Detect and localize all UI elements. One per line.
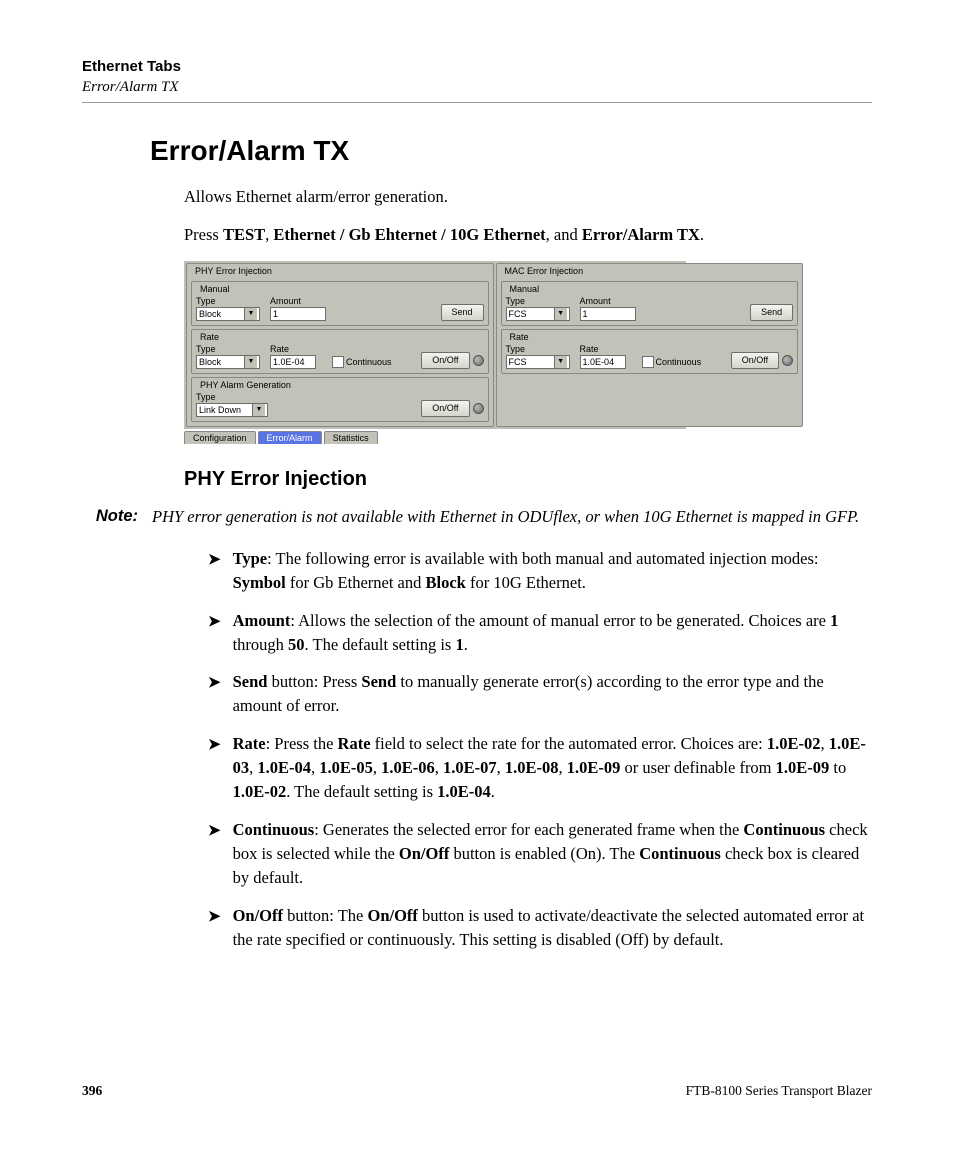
phy-alarm-title: PHY Alarm Generation <box>198 380 293 390</box>
ui-screenshot: PHY Error Injection Manual Type Block ▼ <box>184 261 686 444</box>
led-icon <box>473 403 484 414</box>
running-head-chapter: Ethernet Tabs <box>82 58 872 75</box>
phy-rate-rate-label: Rate <box>270 344 322 354</box>
mac-manual-amount-input[interactable]: 1 <box>580 307 636 321</box>
bullet-continuous: ➤ Continuous: Generates the selected err… <box>208 818 872 890</box>
phy-manual-amount-input[interactable]: 1 <box>270 307 326 321</box>
page-number: 396 <box>82 1083 102 1099</box>
bullet-marker-icon: ➤ <box>208 821 221 890</box>
chevron-down-icon: ▼ <box>244 308 257 320</box>
mac-manual-send-button[interactable]: Send <box>750 304 793 321</box>
mac-rate-type-select[interactable]: FCS ▼ <box>506 355 570 369</box>
phy-alarm-onoff-button[interactable]: On/Off <box>421 400 469 417</box>
bullet-marker-icon: ➤ <box>208 550 221 595</box>
bullet-marker-icon: ➤ <box>208 735 221 804</box>
phy-manual-send-button[interactable]: Send <box>441 304 484 321</box>
phy-manual-type-label: Type <box>196 296 248 306</box>
mac-rate-rate-label: Rate <box>580 344 632 354</box>
phy-continuous-checkbox[interactable] <box>332 356 344 368</box>
mac-continuous-checkbox[interactable] <box>642 356 654 368</box>
phy-rate-type-label: Type <box>196 344 248 354</box>
ui-tabs: Configuration Error/Alarm Statistics <box>184 431 686 444</box>
chevron-down-icon: ▼ <box>554 308 567 320</box>
mac-manual-amount-label: Amount <box>580 296 632 306</box>
phy-alarm-generation-section: PHY Alarm Generation Type Link Down ▼ On… <box>191 377 489 422</box>
bullet-send: ➤ Send button: Press Send to manually ge… <box>208 670 872 718</box>
bullet-rate: ➤ Rate: Press the Rate field to select t… <box>208 732 872 804</box>
bullet-amount: ➤ Amount: Allows the selection of the am… <box>208 609 872 657</box>
mac-continuous-label: Continuous <box>656 357 702 367</box>
bullet-type: ➤ Type: The following error is available… <box>208 547 872 595</box>
section-heading-phy-error-injection: PHY Error Injection <box>184 468 872 491</box>
led-icon <box>473 355 484 366</box>
mac-rate-rate-input[interactable]: 1.0E-04 <box>580 355 626 369</box>
mac-rate-type-label: Type <box>506 344 558 354</box>
phy-group-title: PHY Error Injection <box>193 266 274 276</box>
bullet-onoff: ➤ On/Off button: The On/Off button is us… <box>208 904 872 952</box>
phy-rate-rate-input[interactable]: 1.0E-04 <box>270 355 316 369</box>
mac-rate-section: Rate Type FCS ▼ Rate 1.0E-04 <box>501 329 799 374</box>
phy-continuous-label: Continuous <box>346 357 392 367</box>
chevron-down-icon: ▼ <box>244 356 257 368</box>
mac-manual-title: Manual <box>508 284 542 294</box>
mac-group-title: MAC Error Injection <box>503 266 586 276</box>
tab-statistics[interactable]: Statistics <box>324 431 378 444</box>
page-title: Error/Alarm TX <box>82 135 872 167</box>
chevron-down-icon: ▼ <box>554 356 567 368</box>
tab-error-alarm[interactable]: Error/Alarm <box>258 431 322 444</box>
intro-line-2: Press TEST, Ethernet / Gb Ehternet / 10G… <box>184 223 872 247</box>
note-label: Note: <box>82 505 138 529</box>
phy-rate-onoff-button[interactable]: On/Off <box>421 352 469 369</box>
mac-manual-section: Manual Type FCS ▼ Amount 1 <box>501 281 799 326</box>
phy-alarm-type-select[interactable]: Link Down ▼ <box>196 403 268 417</box>
mac-manual-type-label: Type <box>506 296 558 306</box>
phy-rate-type-select[interactable]: Block ▼ <box>196 355 260 369</box>
intro-line-1: Allows Ethernet alarm/error generation. <box>184 185 872 209</box>
phy-manual-section: Manual Type Block ▼ Amount 1 <box>191 281 489 326</box>
running-head: Ethernet Tabs Error/Alarm TX <box>82 58 872 103</box>
mac-rate-title: Rate <box>508 332 531 342</box>
phy-alarm-type-label: Type <box>196 392 248 402</box>
page-footer: 396 FTB-8100 Series Transport Blazer <box>82 1083 872 1099</box>
phy-manual-title: Manual <box>198 284 232 294</box>
running-head-section: Error/Alarm TX <box>82 79 872 96</box>
mac-error-injection-group: MAC Error Injection Manual Type FCS ▼ Am <box>496 263 804 427</box>
bullet-marker-icon: ➤ <box>208 907 221 952</box>
tab-configuration[interactable]: Configuration <box>184 431 256 444</box>
phy-manual-type-select[interactable]: Block ▼ <box>196 307 260 321</box>
note-text: PHY error generation is not available wi… <box>152 505 859 529</box>
chevron-down-icon: ▼ <box>252 404 265 416</box>
phy-error-injection-group: PHY Error Injection Manual Type Block ▼ <box>186 263 494 427</box>
product-name: FTB-8100 Series Transport Blazer <box>686 1083 872 1099</box>
mac-manual-type-select[interactable]: FCS ▼ <box>506 307 570 321</box>
bullet-marker-icon: ➤ <box>208 673 221 718</box>
mac-rate-onoff-button[interactable]: On/Off <box>731 352 779 369</box>
bullet-marker-icon: ➤ <box>208 612 221 657</box>
phy-manual-amount-label: Amount <box>270 296 322 306</box>
note-block: Note: PHY error generation is not availa… <box>82 505 872 529</box>
led-icon <box>782 355 793 366</box>
phy-rate-section: Rate Type Block ▼ Rate 1.0E-04 <box>191 329 489 374</box>
phy-rate-title: Rate <box>198 332 221 342</box>
